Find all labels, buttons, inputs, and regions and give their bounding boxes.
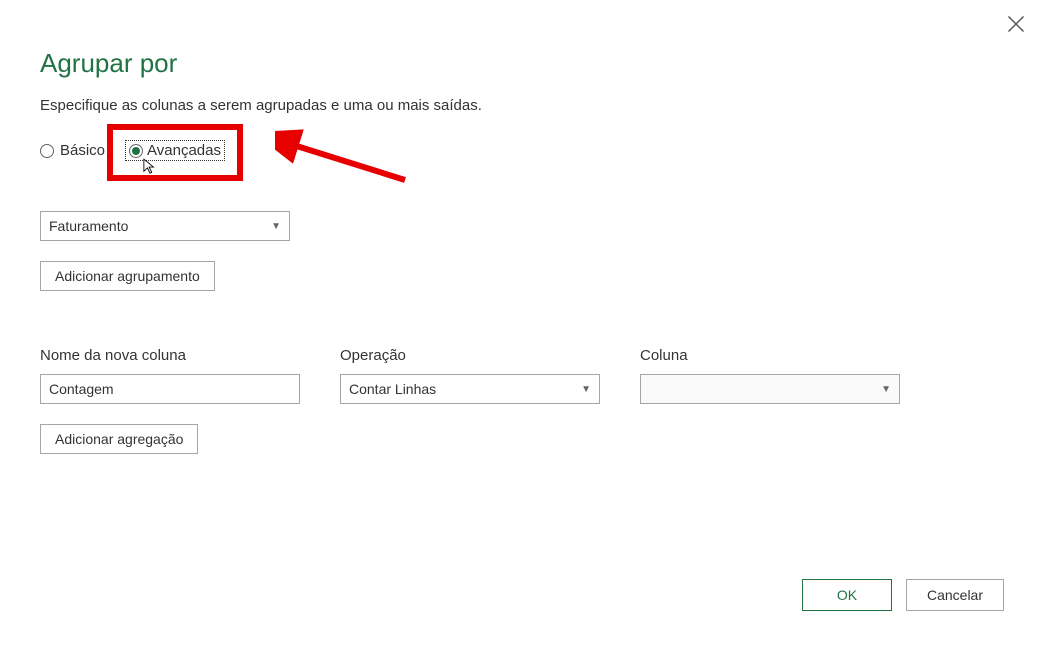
add-grouping-button[interactable]: Adicionar agrupamento xyxy=(40,261,215,291)
basic-radio-label[interactable]: Básico xyxy=(60,142,105,159)
operation-dropdown[interactable]: Contar Linhas ▼ xyxy=(340,374,600,404)
close-icon[interactable] xyxy=(1006,14,1026,34)
new-column-input[interactable] xyxy=(40,374,300,404)
cursor-icon xyxy=(143,158,157,176)
basic-radio[interactable] xyxy=(40,144,54,158)
chevron-down-icon: ▼ xyxy=(581,384,591,395)
dialog-subtitle: Especifique as colunas a serem agrupadas… xyxy=(40,97,1004,114)
operation-label: Operação xyxy=(340,347,600,364)
column-label: Coluna xyxy=(640,347,900,364)
add-aggregation-button[interactable]: Adicionar agregação xyxy=(40,424,198,454)
dialog-footer: OK Cancelar xyxy=(802,579,1004,611)
chevron-down-icon: ▼ xyxy=(881,384,891,395)
advanced-radio[interactable] xyxy=(129,144,143,158)
grouping-column-dropdown[interactable]: Faturamento ▼ xyxy=(40,211,290,241)
operation-value: Contar Linhas xyxy=(349,381,436,397)
mode-radio-group: Básico Avançadas xyxy=(40,140,1004,161)
aggregation-row: Nome da nova coluna Operação Contar Linh… xyxy=(40,347,1004,404)
new-column-label: Nome da nova coluna xyxy=(40,347,300,364)
advanced-radio-label[interactable]: Avançadas xyxy=(147,142,221,159)
grouping-column-value: Faturamento xyxy=(49,218,128,234)
column-dropdown[interactable]: ▼ xyxy=(640,374,900,404)
dialog-title: Agrupar por xyxy=(40,48,1004,79)
ok-button[interactable]: OK xyxy=(802,579,892,611)
cancel-button[interactable]: Cancelar xyxy=(906,579,1004,611)
chevron-down-icon: ▼ xyxy=(271,221,281,232)
